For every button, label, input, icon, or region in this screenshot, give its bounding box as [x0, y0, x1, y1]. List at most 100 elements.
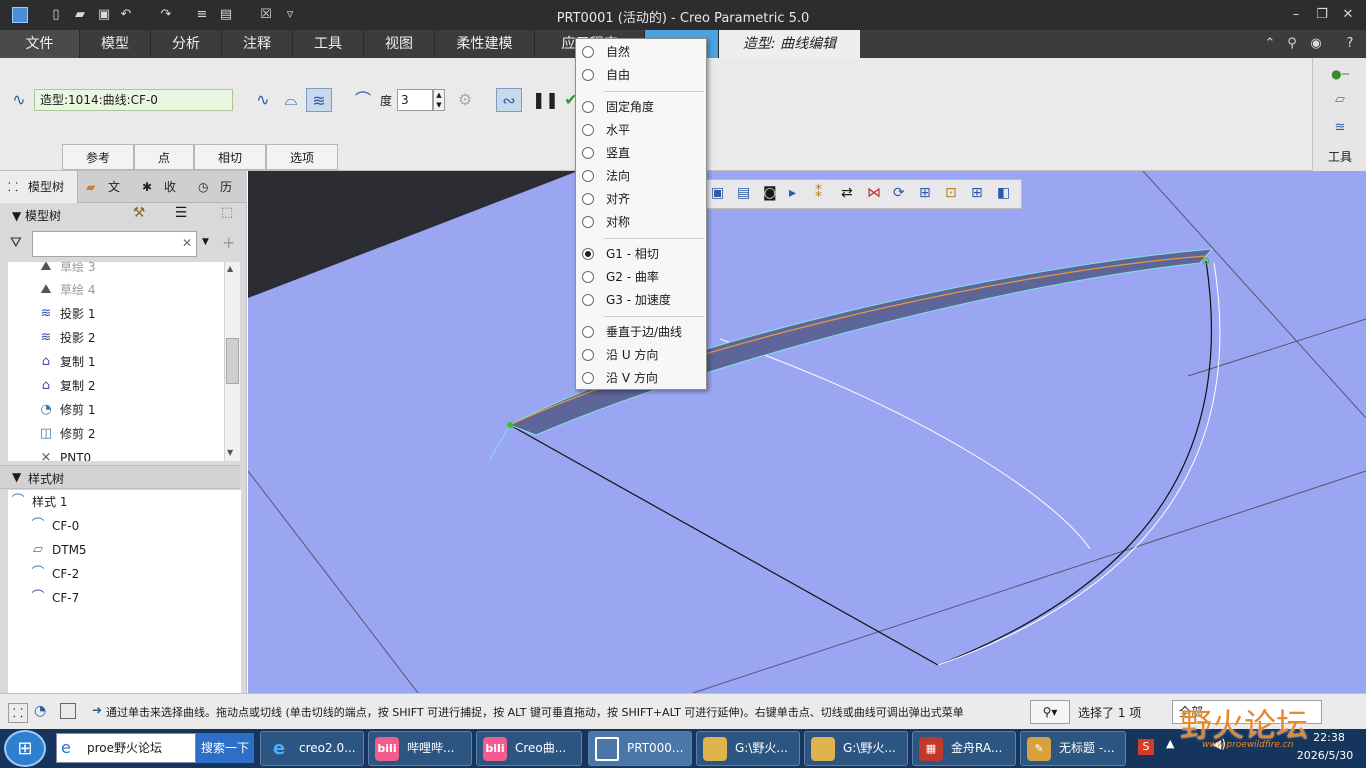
tree-scrollbar[interactable]: ▲ ▼	[224, 262, 240, 461]
tree-item[interactable]: ≋ 投影 2	[16, 326, 96, 350]
grid-icon[interactable]: ⊞	[919, 185, 931, 201]
tangent-option[interactable]: 水平	[576, 119, 706, 141]
tree-item[interactable]: ≋ 投影 1	[16, 302, 96, 326]
spin-center-icon[interactable]: ⟳	[893, 185, 905, 201]
planar-curve-icon[interactable]: ⌓	[278, 88, 304, 112]
layout-toggle-icon[interactable]: ⸬	[8, 703, 28, 723]
tree-item[interactable]: ⛰ 草绘 3	[16, 262, 96, 279]
style-tree-item[interactable]: ⌒ CF-7	[8, 586, 79, 610]
tab-history[interactable]: ◷ 历	[192, 171, 244, 203]
graphics-area[interactable]: ▣ ▤ ◙ ▸ ⁑ ⇄ ⋈ ⟳ ⊞ ⊡ ⊞ ◧	[248, 171, 1366, 693]
tangent-option[interactable]: 对齐	[576, 188, 706, 210]
layout-icon[interactable]: ⊞	[971, 185, 983, 201]
tangent-option[interactable]: 垂直于边/曲线	[576, 321, 706, 343]
scroll-up-icon[interactable]: ▲	[227, 264, 233, 273]
clock-time[interactable]: 22:38	[1298, 731, 1360, 744]
task-creo-curve[interactable]: bili Creo曲...	[476, 731, 582, 766]
radio-button[interactable]	[582, 326, 594, 338]
style-tree-item[interactable]: ⌒ CF-0	[8, 514, 79, 538]
tangent-option[interactable]: 沿 V 方向	[576, 367, 706, 389]
subtab-tangent[interactable]: 相切	[194, 144, 266, 170]
model-tree-header[interactable]: ▼ 模型树	[12, 207, 61, 224]
filter-icon[interactable]: ⛛	[10, 235, 22, 251]
task-folder-2[interactable]: G:\野火...	[804, 731, 908, 766]
selection-filter[interactable]: 全部	[1172, 700, 1322, 724]
tree-item[interactable]: ◫ 修剪 2	[16, 422, 96, 446]
search-icon[interactable]: ⚲	[1284, 36, 1300, 52]
tangent-option[interactable]: 法向	[576, 165, 706, 187]
free-curve-icon[interactable]: ∿	[250, 88, 276, 112]
task-creo-ie[interactable]: e creo2.0...	[260, 731, 364, 766]
curvature-icon[interactable]: ∾	[496, 88, 522, 112]
tab-style-curve-edit[interactable]: 造型: 曲线编辑	[719, 30, 860, 58]
fullscreen-icon[interactable]	[60, 703, 76, 719]
task-jinzhou-rar[interactable]: ▦ 金舟RA...	[912, 731, 1016, 766]
tangent-option[interactable]: 自由	[576, 64, 706, 86]
search-dropdown-icon[interactable]: ▼	[202, 237, 209, 247]
radio-button[interactable]	[582, 372, 594, 384]
tool-plane-icon[interactable]: ▱	[1327, 88, 1353, 112]
restore-icon[interactable]: ❐	[1314, 7, 1330, 23]
tangent-option[interactable]: G3 - 加速度	[576, 289, 706, 311]
start-button[interactable]: ⊞	[4, 730, 46, 767]
tab-annotate[interactable]: 注释	[222, 30, 293, 58]
task-folder-1[interactable]: G:\野火...	[696, 731, 800, 766]
repaint-icon[interactable]: ▸	[789, 185, 796, 201]
tab-flexible-modeling[interactable]: 柔性建模	[435, 30, 535, 58]
subtab-options[interactable]: 选项	[266, 144, 338, 170]
tangent-option[interactable]: 沿 U 方向	[576, 344, 706, 366]
tangent-option[interactable]: G2 - 曲率	[576, 266, 706, 288]
tree-columns-icon[interactable]: ☰	[170, 205, 192, 225]
saved-view-icon[interactable]: ◙	[763, 185, 777, 201]
tree-settings-icon[interactable]: ⚒	[128, 205, 150, 225]
tab-folder-browser[interactable]: ▰ 文	[80, 171, 132, 203]
plane-display-icon[interactable]: ⇄	[841, 185, 853, 201]
search-box[interactable]: e proe野火论坛	[56, 733, 196, 763]
tree-item[interactable]: ⌂ 复制 2	[16, 374, 96, 398]
tangent-option[interactable]: 对称	[576, 211, 706, 233]
radio-button[interactable]	[582, 69, 594, 81]
add-filter-icon[interactable]: +	[222, 233, 235, 252]
search-button[interactable]: 搜索一下	[196, 733, 254, 763]
scroll-thumb[interactable]	[226, 338, 239, 384]
cos-curve-icon[interactable]: ≋	[306, 88, 332, 112]
radio-button[interactable]	[582, 294, 594, 306]
curve-selection-field[interactable]: 造型:1014:曲线:CF-0	[34, 89, 233, 111]
pause-icon[interactable]: ❚❚	[532, 88, 559, 112]
subtab-references[interactable]: 参考	[62, 144, 134, 170]
style-tree-item[interactable]: ▱ DTM5	[8, 538, 87, 562]
style-tree-item[interactable]: ⌒ 样式 1	[8, 490, 67, 514]
browser-icon[interactable]: ◔	[34, 703, 46, 719]
clear-icon[interactable]: ✕	[182, 236, 192, 250]
point-display-icon[interactable]: ⋈	[867, 185, 881, 201]
degree-spinner[interactable]: ▲ ▼	[433, 89, 445, 111]
style-tree-header[interactable]: ▼ 样式树	[0, 465, 240, 489]
annotation-icon[interactable]: ⊡	[945, 185, 957, 201]
tree-item[interactable]: ◔ 修剪 1	[16, 398, 95, 422]
radio-button[interactable]	[582, 248, 594, 260]
help-icon[interactable]: ?	[1342, 36, 1358, 52]
section-icon[interactable]: ◧	[997, 185, 1010, 201]
view-icon[interactable]: ▣	[711, 185, 724, 201]
task-paint[interactable]: ✎ 无标题 -...	[1020, 731, 1126, 766]
radio-button[interactable]	[582, 124, 594, 136]
minimize-icon[interactable]: –	[1288, 7, 1304, 23]
tree-item[interactable]: ⛰ 草绘 4	[16, 278, 96, 302]
tab-file[interactable]: 文件	[0, 30, 80, 58]
tray-arrow-icon[interactable]: ▲	[1166, 737, 1174, 750]
radio-button[interactable]	[582, 216, 594, 228]
clock-date[interactable]: 2026/5/30	[1290, 749, 1360, 762]
tab-model[interactable]: 模型	[80, 30, 151, 58]
curve-endpoint[interactable]	[507, 422, 513, 428]
tab-analysis[interactable]: 分析	[151, 30, 222, 58]
tree-item[interactable]: × PNT0	[16, 446, 92, 461]
collapse-ribbon-icon[interactable]: ⌃	[1262, 36, 1278, 52]
style-tree-item[interactable]: ⌒ CF-2	[8, 562, 79, 586]
model-viewport[interactable]	[248, 171, 1366, 693]
tool-point-icon[interactable]: ●─	[1327, 62, 1353, 86]
tangent-option[interactable]: G1 - 相切	[576, 243, 706, 265]
tree-select-icon[interactable]: ⬚	[216, 205, 238, 225]
task-prt0001[interactable]: PRT000...	[588, 731, 692, 766]
radio-button[interactable]	[582, 101, 594, 113]
volume-icon[interactable]: ◀)	[1212, 737, 1226, 751]
